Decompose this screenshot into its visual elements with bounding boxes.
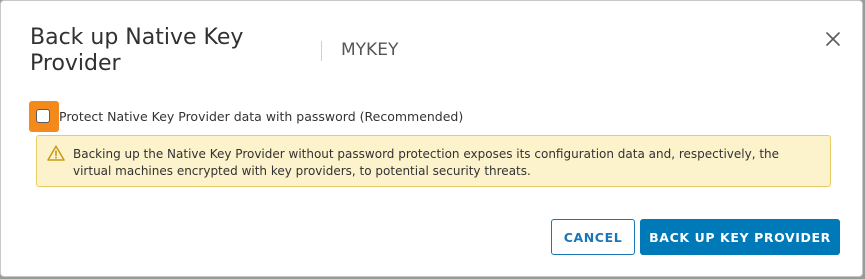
cancel-button[interactable]: CANCEL bbox=[551, 219, 635, 255]
warning-text: Backing up the Native Key Provider witho… bbox=[73, 147, 780, 178]
backup-key-provider-dialog: Back up Native Key Provider MYKEY Protec… bbox=[0, 0, 863, 277]
back-up-key-provider-button[interactable]: BACK UP KEY PROVIDER bbox=[640, 219, 840, 255]
dialog-title: Back up Native Key Provider bbox=[30, 25, 244, 76]
warning-alert: Backing up the Native Key Provider witho… bbox=[36, 135, 831, 187]
close-icon[interactable] bbox=[823, 29, 843, 49]
warning-triangle-icon bbox=[47, 145, 65, 161]
dialog-subtitle: MYKEY bbox=[341, 40, 399, 60]
protect-password-label[interactable]: Protect Native Key Provider data with pa… bbox=[59, 109, 463, 125]
protect-password-checkbox[interactable] bbox=[36, 109, 50, 123]
title-divider bbox=[321, 41, 322, 61]
protect-password-checkbox-focus-ring bbox=[29, 101, 59, 132]
